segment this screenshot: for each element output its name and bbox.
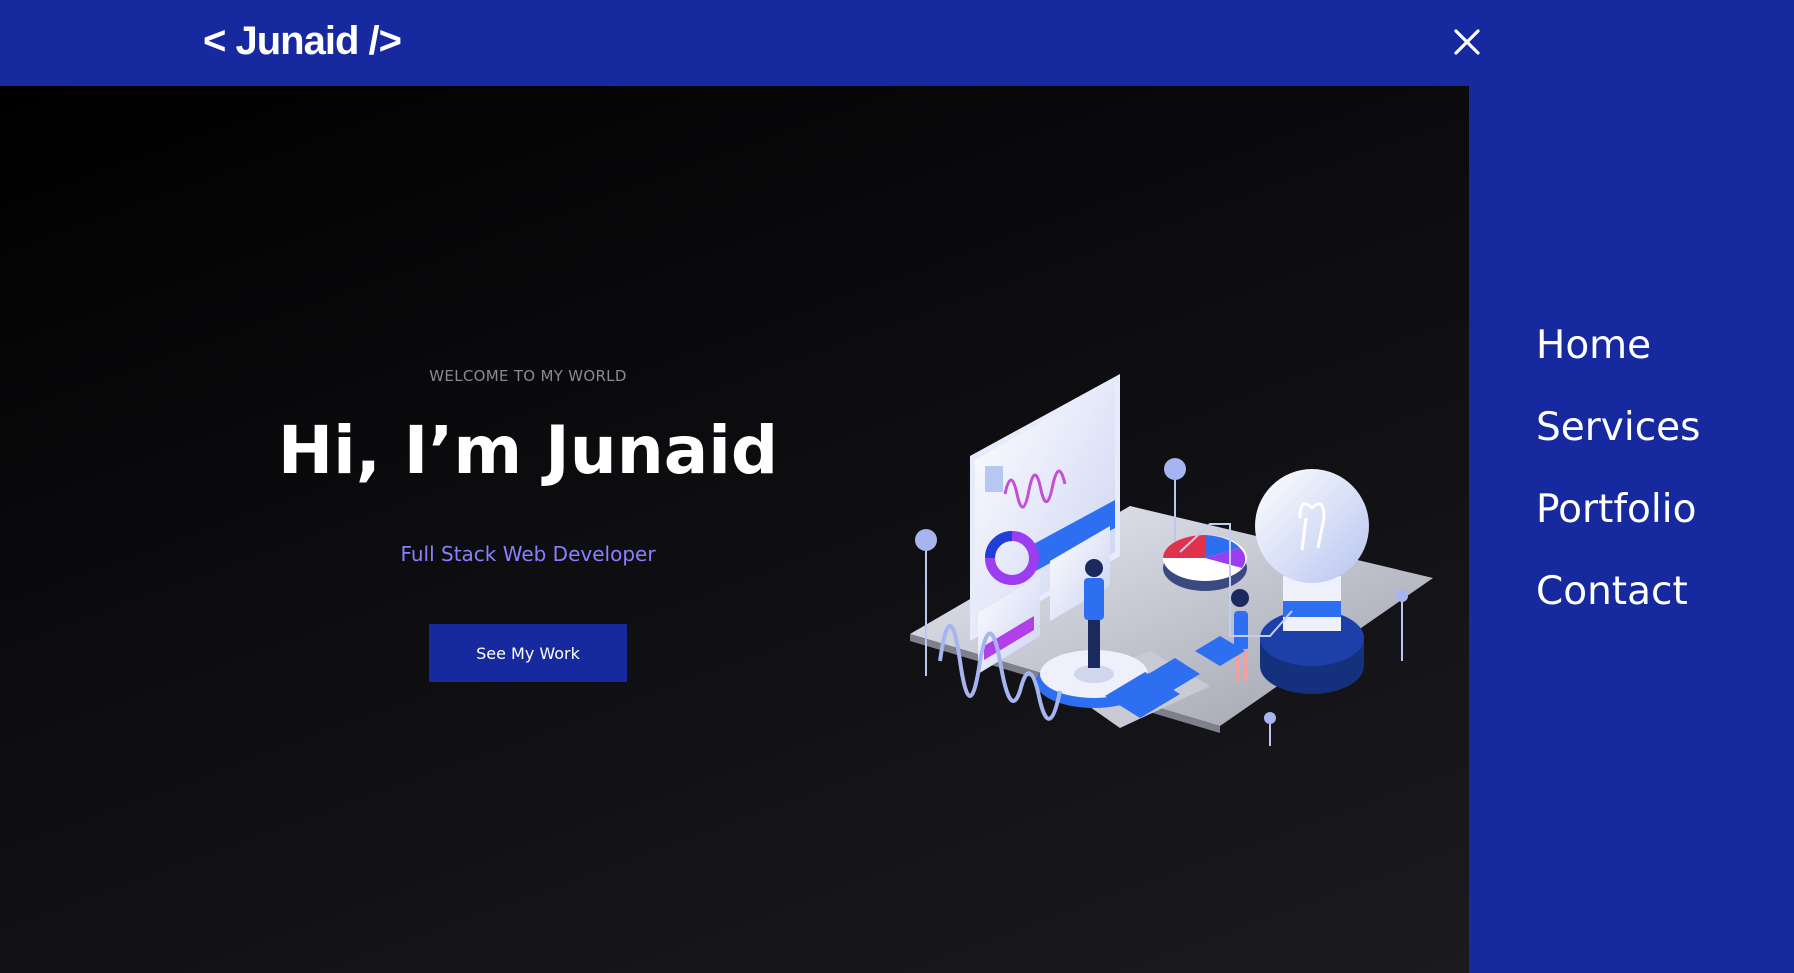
- close-icon[interactable]: [1449, 24, 1485, 60]
- top-bar: < Junaid />: [0, 0, 1794, 86]
- hero-intro: WELCOME TO MY WORLD Hi, I’m Junaid Full …: [228, 366, 828, 682]
- hero-headline: Hi, I’m Junaid: [277, 412, 779, 489]
- hero-section: WELCOME TO MY WORLD Hi, I’m Junaid Full …: [0, 86, 1469, 973]
- nav-item-services[interactable]: Services: [1536, 402, 1776, 484]
- nav-item-portfolio[interactable]: Portfolio: [1536, 484, 1776, 566]
- site-logo[interactable]: < Junaid />: [203, 16, 402, 66]
- role-subtitle: Full Stack Web Developer: [400, 542, 656, 566]
- nav-item-home[interactable]: Home: [1536, 320, 1776, 402]
- see-my-work-button[interactable]: See My Work: [429, 624, 627, 682]
- analytics-illustration: [910, 374, 1433, 746]
- side-menu: Home Services Portfolio Contact: [1536, 320, 1776, 648]
- nav-item-contact[interactable]: Contact: [1536, 566, 1776, 648]
- welcome-text: WELCOME TO MY WORLD: [429, 367, 627, 385]
